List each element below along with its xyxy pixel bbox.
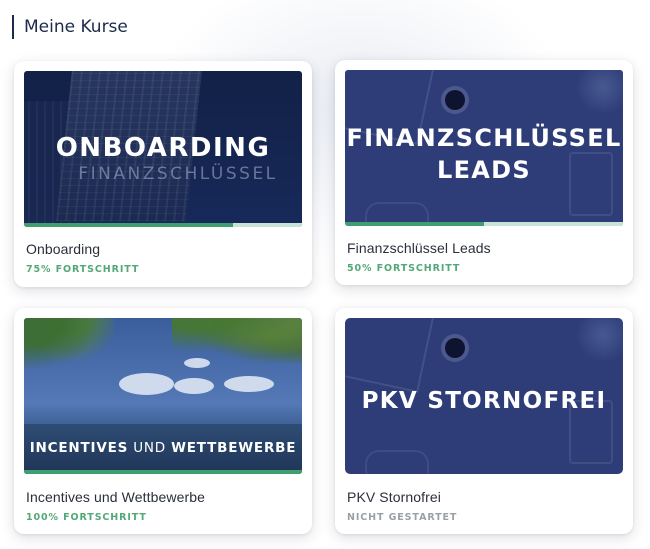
course-title[interactable]: PKV Stornofrei bbox=[347, 489, 441, 505]
progress-label: 100% FORTSCHRITT bbox=[26, 512, 147, 523]
course-title[interactable]: Onboarding bbox=[26, 241, 100, 257]
cloud-graphic bbox=[224, 376, 274, 392]
page-title: Meine Kurse bbox=[12, 15, 128, 39]
thumbnail-title: FINANZSCHLÜSSEL bbox=[346, 124, 622, 152]
course-thumbnail[interactable]: FINANZSCHLÜSSEL LEADS bbox=[345, 70, 623, 226]
course-title[interactable]: Incentives und Wettbewerbe bbox=[26, 489, 205, 505]
desk-graphic bbox=[345, 318, 438, 393]
palm-leaves-graphic bbox=[172, 318, 302, 363]
thumbnail-title: PKV STORNOFREI bbox=[361, 388, 607, 414]
thumbnail-subtitle: FINANZSCHLÜSSEL bbox=[78, 164, 278, 184]
progress-label: 50% FORTSCHRITT bbox=[347, 263, 461, 274]
palm-leaves-graphic bbox=[24, 318, 114, 378]
course-card-pkv-stornofrei[interactable]: PKV STORNOFREI PKV Stornofrei NICHT GEST… bbox=[335, 308, 633, 534]
progress-fill bbox=[345, 222, 484, 226]
progress-bar bbox=[345, 222, 623, 226]
cloud-graphic bbox=[119, 373, 174, 395]
cloud-graphic bbox=[174, 378, 214, 394]
progress-bar bbox=[24, 223, 302, 227]
progress-fill bbox=[24, 223, 233, 227]
clip-graphic bbox=[365, 450, 429, 474]
thumbnail-title: INCENTIVES UND WETTBEWERBE bbox=[29, 440, 297, 456]
course-title[interactable]: Finanzschlüssel Leads bbox=[347, 240, 491, 256]
coffee-cup-graphic bbox=[445, 338, 465, 358]
progress-bar bbox=[24, 470, 302, 474]
coffee-cup-graphic bbox=[445, 90, 465, 110]
course-card-incentives[interactable]: INCENTIVES UND WETTBEWERBE Incentives un… bbox=[14, 308, 312, 534]
progress-label: NICHT GESTARTET bbox=[347, 512, 458, 523]
course-card-onboarding[interactable]: ONBOARDING FINANZSCHLÜSSEL Onboarding 75… bbox=[14, 61, 312, 287]
progress-fill bbox=[24, 470, 302, 474]
plant-graphic bbox=[573, 318, 623, 360]
course-thumbnail[interactable]: ONBOARDING FINANZSCHLÜSSEL bbox=[24, 71, 302, 227]
thumbnail-subtitle: LEADS bbox=[437, 156, 531, 184]
progress-label: 75% FORTSCHRITT bbox=[26, 264, 140, 275]
thumbnail-title: ONBOARDING bbox=[55, 133, 271, 163]
plant-graphic bbox=[573, 70, 623, 112]
course-thumbnail[interactable]: INCENTIVES UND WETTBEWERBE bbox=[24, 318, 302, 474]
course-thumbnail[interactable]: PKV STORNOFREI bbox=[345, 318, 623, 474]
course-card-finanzschluessel-leads[interactable]: FINANZSCHLÜSSEL LEADS Finanzschlüssel Le… bbox=[335, 60, 633, 285]
